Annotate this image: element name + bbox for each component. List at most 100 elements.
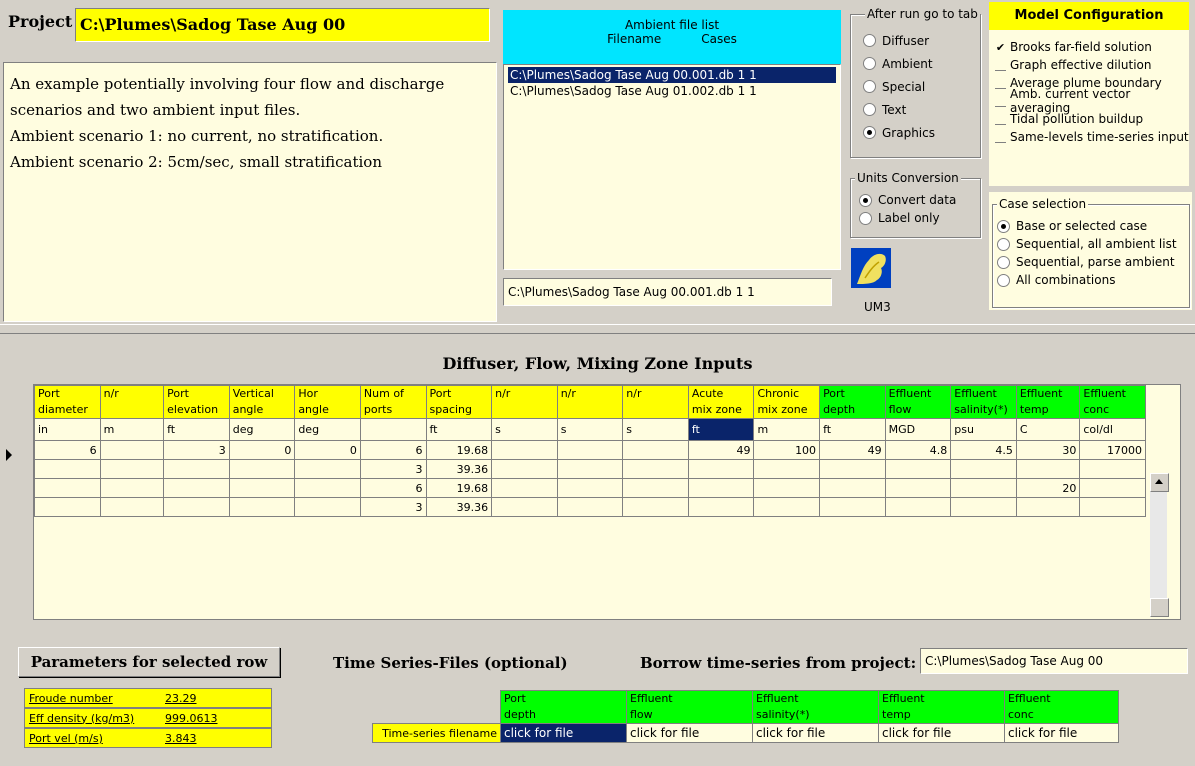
table-cell[interactable] [556,459,624,479]
col-header[interactable]: Effluent conc [1079,385,1146,419]
table-cell[interactable] [622,478,689,498]
table-cell[interactable] [491,497,558,517]
table-cell[interactable] [622,459,689,479]
table-cell[interactable]: 49 [819,440,886,460]
unit-cell[interactable]: ft [819,418,886,441]
radio-all-combinations[interactable]: All combinations [997,271,1177,289]
col-header[interactable]: Effluent flow [884,385,952,419]
radio-ambient[interactable]: Ambient [863,52,935,75]
table-cell[interactable]: 3 [163,440,230,460]
ts-file-cell[interactable]: click for file [1004,723,1119,743]
col-header[interactable]: Port spacing [425,385,493,419]
table-cell[interactable] [687,497,755,517]
table-cell[interactable] [1079,459,1146,479]
table-cell[interactable]: 39.36 [425,497,493,517]
table-cell[interactable] [491,478,558,498]
table-cell[interactable] [99,440,165,460]
ts-file-cell[interactable]: click for file [500,723,627,743]
list-item[interactable]: C:\Plumes\Sadog Tase Aug 00.001.db 1 1 [508,67,836,83]
params-title-button[interactable]: Parameters for selected row [18,647,280,677]
um3-icon[interactable] [851,248,891,288]
check-graph-dilution[interactable]: Graph effective dilution [995,56,1189,74]
ts-col-header[interactable]: Effluent temp [878,690,1005,724]
scroll-up-button[interactable] [1150,473,1169,492]
col-header[interactable]: Effluent salinity(*) [950,385,1017,419]
table-cell[interactable] [491,440,558,460]
ts-col-header[interactable]: Effluent salinity(*) [752,690,879,724]
radio-graphics[interactable]: Graphics [863,121,935,144]
radio-diffuser[interactable]: Diffuser [863,29,935,52]
col-header[interactable]: Port diameter [34,385,101,419]
splitter[interactable] [0,324,1195,334]
unit-cell[interactable]: col/dl [1079,418,1146,441]
table-cell[interactable] [99,478,165,498]
table-row[interactable]: 6 3 0 0 6 19.68 49 100 49 4.8 4.5 30 17000 [34,440,1146,460]
ambient-file-list[interactable]: C:\Plumes\Sadog Tase Aug 00.001.db 1 1 C… [503,64,841,270]
table-cell[interactable]: 6 [359,478,427,498]
table-cell[interactable]: 49 [687,440,755,460]
table-cell[interactable] [884,459,952,479]
table-cell[interactable] [819,478,886,498]
col-header[interactable]: Effluent temp [1015,385,1081,419]
table-cell[interactable] [950,497,1017,517]
col-header[interactable]: Port depth [819,385,886,419]
radio-text[interactable]: Text [863,98,935,121]
table-cell[interactable] [753,478,821,498]
col-header[interactable]: Acute mix zone [687,385,755,419]
table-cell[interactable] [294,459,361,479]
table-cell[interactable]: 0 [294,440,361,460]
unit-cell[interactable]: MGD [884,418,952,441]
radio-base-case[interactable]: Base or selected case [997,217,1177,235]
table-cell[interactable] [884,497,952,517]
table-cell[interactable] [1079,478,1146,498]
table-row[interactable]: 3 39.36 [34,459,1146,479]
table-cell[interactable]: 6 [34,440,101,460]
check-same-levels[interactable]: Same-levels time-series input [995,128,1189,146]
col-header[interactable]: n/r [622,385,689,419]
table-cell[interactable] [687,478,755,498]
unit-cell[interactable]: s [622,418,689,441]
col-header[interactable]: Chronic mix zone [753,385,821,419]
table-cell[interactable] [163,478,230,498]
table-cell[interactable] [228,459,296,479]
table-row[interactable]: 6 19.68 20 [34,478,1146,498]
table-cell[interactable] [884,478,952,498]
radio-sequential-parse[interactable]: Sequential, parse ambient [997,253,1177,271]
table-cell[interactable] [1079,497,1146,517]
radio-special[interactable]: Special [863,75,935,98]
table-cell[interactable] [622,497,689,517]
check-brooks[interactable]: ✔ Brooks far-field solution [995,38,1189,56]
table-cell[interactable] [99,459,165,479]
table-cell[interactable] [950,478,1017,498]
unit-cell[interactable]: s [556,418,624,441]
unit-cell-selected[interactable]: ft [687,418,755,441]
table-row[interactable]: 3 39.36 [34,497,1146,517]
table-cell[interactable]: 3 [359,459,427,479]
table-cell[interactable] [556,440,624,460]
col-header[interactable]: Num of ports [359,385,427,419]
ts-file-cell[interactable]: click for file [752,723,879,743]
unit-cell[interactable]: m [99,418,165,441]
project-path-field[interactable]: C:\Plumes\Sadog Tase Aug 00 [75,8,490,42]
check-current-averaging[interactable]: Amb. current vector averaging [995,87,1189,115]
table-cell[interactable] [950,459,1017,479]
table-cell[interactable] [99,497,165,517]
col-header[interactable]: Port elevation [163,385,230,419]
table-cell[interactable] [294,497,361,517]
vertical-scrollbar[interactable] [1150,473,1169,617]
unit-cell[interactable]: psu [950,418,1017,441]
table-cell[interactable] [819,497,886,517]
table-cell[interactable]: 20 [1015,478,1081,498]
ts-file-cell[interactable]: click for file [878,723,1005,743]
table-cell[interactable] [687,459,755,479]
list-item[interactable]: C:\Plumes\Sadog Tase Aug 01.002.db 1 1 [508,83,836,99]
table-cell[interactable]: 6 [359,440,427,460]
table-cell[interactable] [228,497,296,517]
unit-cell[interactable]: m [753,418,821,441]
table-cell[interactable]: 0 [228,440,296,460]
table-cell[interactable]: 19.68 [425,440,493,460]
table-cell[interactable] [163,497,230,517]
project-description[interactable]: An example potentially involving four fl… [3,62,497,322]
ts-col-header[interactable]: Effluent conc [1004,690,1119,724]
unit-cell[interactable]: in [34,418,101,441]
